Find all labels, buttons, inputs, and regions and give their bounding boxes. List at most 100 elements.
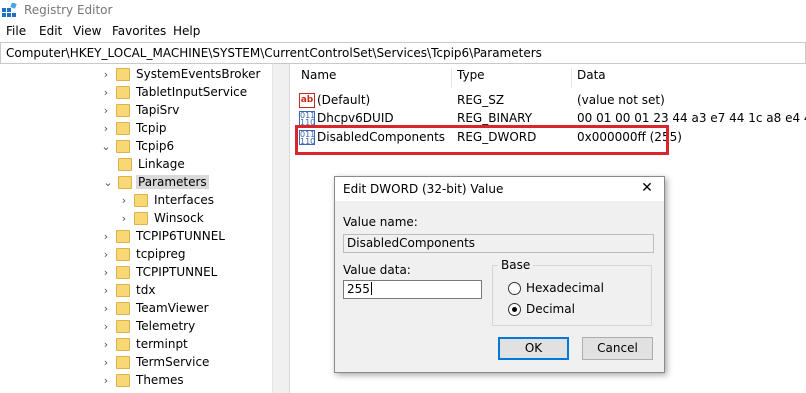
folder-icon xyxy=(116,140,130,153)
expand-arrow-icon[interactable]: › xyxy=(100,337,112,353)
tree-item-teamviewer[interactable]: › TeamViewer xyxy=(100,300,270,318)
collapse-arrow-icon[interactable]: ⌄ xyxy=(100,139,112,155)
tree-item-telemetry[interactable]: › Telemetry xyxy=(100,318,270,336)
value-name-field: DisabledComponents xyxy=(343,234,654,253)
folder-icon xyxy=(116,122,130,135)
tree-item-tcpip[interactable]: › Tcpip xyxy=(100,120,270,138)
close-icon[interactable]: ✕ xyxy=(638,179,656,197)
expand-arrow-icon[interactable]: › xyxy=(100,283,112,299)
expand-arrow-icon[interactable]: › xyxy=(100,103,112,119)
expand-arrow-icon[interactable]: › xyxy=(118,193,130,209)
tree-item-terminpt[interactable]: › terminpt xyxy=(100,336,270,354)
expand-arrow-icon[interactable]: › xyxy=(100,373,112,389)
tree-item-label: tdx xyxy=(136,283,156,297)
menu-favorites[interactable]: Favorites xyxy=(112,24,166,38)
tree-item-winsock[interactable]: › Winsock xyxy=(118,210,270,228)
tree-item-tdx[interactable]: › tdx xyxy=(100,282,270,300)
collapse-arrow-icon[interactable]: ⌄ xyxy=(102,175,114,191)
menu-bar: File Edit View Favorites Help xyxy=(0,22,806,41)
tree-item-label: TabletInputService xyxy=(136,85,248,99)
title-bar: Registry Editor xyxy=(0,0,806,22)
key-tree[interactable]: › SystemEventsBroker › TabletInputServic… xyxy=(0,64,289,393)
tree-item-tcpip6[interactable]: ⌄ Tcpip6 xyxy=(100,138,270,156)
expand-arrow-icon[interactable]: › xyxy=(100,229,112,245)
folder-open-icon xyxy=(118,176,132,189)
expand-arrow-icon[interactable]: › xyxy=(100,355,112,371)
value-data: (value not set) xyxy=(577,93,665,107)
menu-view[interactable]: View xyxy=(73,24,101,38)
tree-item-label: Interfaces xyxy=(154,193,214,207)
tree-item-themes[interactable]: › Themes xyxy=(100,372,270,390)
tree-item-linkage[interactable]: Linkage xyxy=(102,156,270,174)
folder-icon xyxy=(116,302,130,315)
tree-item-label: Themes xyxy=(136,373,184,387)
tree-item-systemeventsbroker[interactable]: › SystemEventsBroker xyxy=(100,66,270,84)
value-type: REG_SZ xyxy=(457,93,505,107)
tree-item-termservice[interactable]: › TermService xyxy=(100,354,270,372)
binary-value-icon: 011 110 xyxy=(299,111,316,127)
value-data-label: Value data: xyxy=(343,263,411,277)
value-name: Dhcpv6DUID xyxy=(317,111,394,125)
dialog-title-bar[interactable]: Edit DWORD (32-bit) Value ✕ xyxy=(335,177,664,201)
decimal-label[interactable]: Decimal xyxy=(526,302,575,316)
tree-item-label: tcpipreg xyxy=(136,247,186,261)
registry-editor-icon xyxy=(2,3,17,17)
column-header-data[interactable]: Data xyxy=(577,68,606,88)
expand-arrow-icon[interactable]: › xyxy=(100,85,112,101)
tree-item-label: Winsock xyxy=(154,211,204,225)
value-data: 00 01 00 01 23 44 a3 e7 44 1c a8 e4 48 e… xyxy=(577,111,806,125)
base-label: Base xyxy=(498,258,534,272)
folder-icon xyxy=(134,194,148,207)
value-data-input[interactable]: 255 xyxy=(343,280,482,299)
base-groupbox xyxy=(492,265,652,326)
expand-arrow-icon[interactable]: › xyxy=(100,67,112,83)
folder-icon xyxy=(116,86,130,99)
expand-arrow-icon[interactable]: › xyxy=(100,319,112,335)
dialog-title: Edit DWORD (32-bit) Value xyxy=(343,182,504,196)
tree-item-tabletinputservice[interactable]: › TabletInputService xyxy=(100,84,270,102)
menu-help[interactable]: Help xyxy=(173,24,200,38)
value-name-label: Value name: xyxy=(343,215,418,229)
tree-item-label: Parameters xyxy=(136,175,209,189)
tree-item-label: TeamViewer xyxy=(136,301,209,315)
folder-icon xyxy=(116,284,130,297)
tree-item-tapisrv[interactable]: › TapiSrv xyxy=(100,102,270,120)
folder-icon xyxy=(116,248,130,261)
text-caret xyxy=(370,282,372,295)
tree-item-interfaces[interactable]: › Interfaces xyxy=(118,192,270,210)
expand-arrow-icon[interactable]: › xyxy=(100,121,112,137)
address-bar[interactable]: Computer\HKEY_LOCAL_MACHINE\SYSTEM\Curre… xyxy=(0,42,806,64)
cancel-button[interactable]: Cancel xyxy=(582,337,653,360)
expand-arrow-icon[interactable]: › xyxy=(100,301,112,317)
ok-button[interactable]: OK xyxy=(498,337,569,360)
hexadecimal-radio[interactable] xyxy=(508,282,521,295)
tree-item-tcpiptunnel[interactable]: › TCPIPTUNNEL xyxy=(100,264,270,282)
expand-arrow-icon[interactable]: › xyxy=(100,247,112,263)
value-type: REG_BINARY xyxy=(457,111,533,125)
expand-arrow-icon[interactable]: › xyxy=(100,265,112,281)
tree-item-tcpipreg[interactable]: › tcpipreg xyxy=(100,246,270,264)
window-title: Registry Editor xyxy=(24,3,113,17)
folder-icon xyxy=(116,104,130,117)
tree-item-tcpip6tunnel[interactable]: › TCPIP6TUNNEL xyxy=(100,228,270,246)
tree-item-label: TermService xyxy=(136,355,210,369)
folder-icon xyxy=(116,374,130,387)
tree-item-label: Telemetry xyxy=(136,319,196,333)
column-header-type[interactable]: Type xyxy=(457,68,485,88)
tree-scrollbar[interactable] xyxy=(272,64,289,393)
decimal-radio[interactable] xyxy=(508,303,521,316)
folder-icon xyxy=(116,230,130,243)
address-path: Computer\HKEY_LOCAL_MACHINE\SYSTEM\Curre… xyxy=(6,46,542,60)
tree-item-label: SystemEventsBroker xyxy=(136,67,261,81)
expand-arrow-icon[interactable]: › xyxy=(118,211,130,227)
column-separator[interactable] xyxy=(571,68,572,88)
tree-item-parameters[interactable]: ⌄ Parameters xyxy=(102,174,270,192)
column-header-name[interactable]: Name xyxy=(301,68,336,88)
menu-file[interactable]: File xyxy=(6,24,26,38)
value-row-default[interactable]: ab (Default) REG_SZ (value not set) xyxy=(294,92,806,110)
hexadecimal-label[interactable]: Hexadecimal xyxy=(526,281,604,295)
menu-edit[interactable]: Edit xyxy=(39,24,62,38)
folder-icon xyxy=(118,158,132,171)
column-separator[interactable] xyxy=(451,68,452,88)
folder-icon xyxy=(134,212,148,225)
